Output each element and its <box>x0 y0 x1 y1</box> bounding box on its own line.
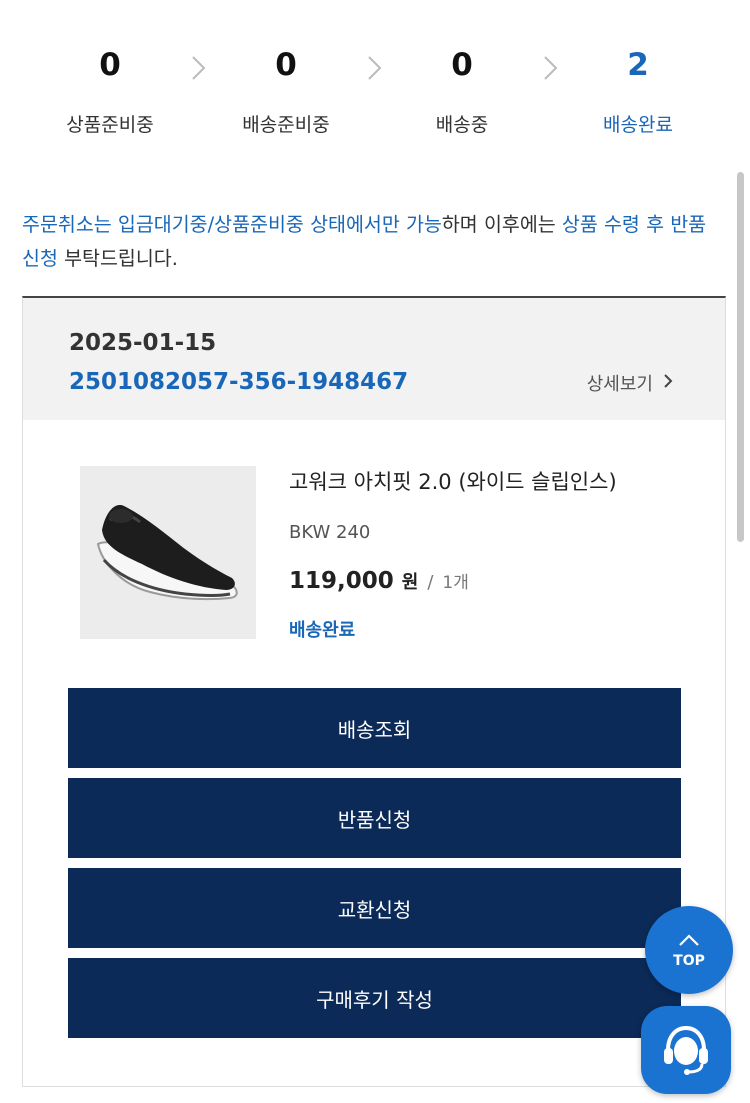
step-preparing-shipping[interactable]: 0 배송준비중 <box>198 40 374 137</box>
chevron-right-icon <box>663 373 673 394</box>
step-shipping[interactable]: 0 배송중 <box>374 40 550 137</box>
step-preparing-product[interactable]: 0 상품준비중 <box>22 40 198 137</box>
exchange-request-button[interactable]: 교환신청 <box>68 868 681 948</box>
return-request-button[interactable]: 반품신청 <box>68 778 681 858</box>
step-delivered[interactable]: 2 배송완료 <box>550 40 726 137</box>
chevron-up-icon <box>678 932 700 951</box>
cancel-notice: 주문취소는 입금대기중/상품준비중 상태에서만 가능하며 이후에는 상품 수령 … <box>22 208 722 276</box>
currency-unit: 원 <box>401 572 419 593</box>
step-label: 상품준비중 <box>66 114 154 136</box>
headset-chat-icon <box>658 1020 714 1080</box>
scroll-to-top-button[interactable]: TOP <box>645 906 733 994</box>
write-review-button[interactable]: 구매후기 작성 <box>68 958 681 1038</box>
step-label: 배송준비중 <box>242 114 330 136</box>
product-quantity: 1개 <box>442 573 469 593</box>
step-count: 0 <box>275 47 297 83</box>
product-price: 119,000 <box>289 568 394 594</box>
view-details-label: 상세보기 <box>586 374 653 395</box>
product-image[interactable] <box>80 466 256 639</box>
order-date: 2025-01-15 <box>69 330 217 356</box>
product-status: 배송완료 <box>289 620 356 641</box>
notice-text: 하며 이후에는 <box>441 213 562 236</box>
product-option: BKW 240 <box>289 522 371 543</box>
order-header: 2025-01-15 2501082057-356-1948467 상세보기 <box>23 298 725 420</box>
step-count: 2 <box>627 47 649 83</box>
notice-highlight: 주문취소는 입금대기중/상품준비중 상태에서만 가능 <box>22 213 442 236</box>
track-delivery-button[interactable]: 배송조회 <box>68 688 681 768</box>
view-details-link[interactable]: 상세보기 <box>587 370 673 396</box>
price-row: 119,000 원 / 1개 <box>289 568 469 594</box>
top-label: TOP <box>673 952 705 969</box>
order-card: 2025-01-15 2501082057-356-1948467 상세보기 고… <box>22 296 726 1087</box>
step-label: 배송중 <box>435 114 489 136</box>
notice-text: 부탁드립니다. <box>57 247 178 270</box>
scrollbar-thumb[interactable] <box>737 172 744 542</box>
separator: / <box>427 572 434 593</box>
product-name[interactable]: 고워크 아치핏 2.0 (와이드 슬립인스) <box>289 466 617 496</box>
order-status-steps: 0 상품준비중 0 배송준비중 0 배송중 2 배송완료 <box>0 0 750 170</box>
step-label: 배송완료 <box>603 114 673 136</box>
chat-support-button[interactable] <box>641 1006 731 1094</box>
step-count: 0 <box>451 47 473 83</box>
order-number[interactable]: 2501082057-356-1948467 <box>69 369 408 395</box>
step-count: 0 <box>99 47 121 83</box>
